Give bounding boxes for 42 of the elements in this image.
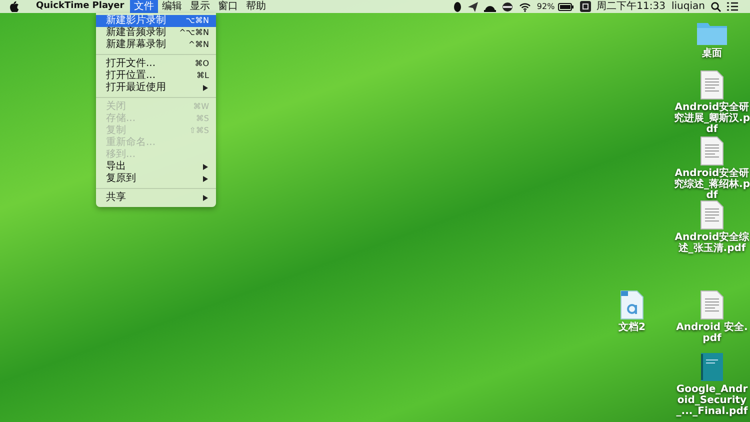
list-icon[interactable] — [727, 2, 738, 11]
document-icon — [700, 200, 724, 230]
user-name[interactable]: liuqian — [672, 0, 705, 13]
shortcut-label: ⌘L — [196, 70, 209, 82]
menu-item[interactable]: 新建影片录制 ⌥⌘N — [96, 15, 216, 27]
menu-item[interactable]: 新建屏幕录制 ^⌘N — [96, 39, 216, 51]
text-document-icon — [619, 290, 645, 320]
paper-plane-icon[interactable] — [468, 2, 478, 12]
input-method-icon[interactable] — [580, 1, 591, 12]
menu-item[interactable]: 打开文件... ⌘O — [96, 58, 216, 70]
shortcut-label: ^⌘N — [188, 39, 209, 51]
file-name[interactable]: Google_Android_Security_..._Final.pdf — [674, 384, 750, 417]
clock[interactable]: 周二下午11:33 — [596, 0, 666, 13]
book-icon — [700, 352, 724, 382]
menu-title[interactable]: 窗口 — [214, 0, 242, 13]
document-icon — [700, 290, 724, 320]
menu-item[interactable]: 复原到 — [96, 173, 216, 185]
menu-title[interactable]: 显示 — [186, 0, 214, 13]
shortcut-label: ⌘O — [194, 58, 209, 70]
folder-icon — [696, 20, 728, 46]
document-icon — [700, 70, 724, 100]
search-icon[interactable] — [711, 2, 721, 12]
wifi-icon[interactable] — [518, 2, 531, 12]
menu-title[interactable]: 帮助 — [242, 0, 270, 13]
shortcut-label: ⌘S — [196, 113, 209, 125]
file-name[interactable]: Android安全研究进展_卿斯汉.pdf — [674, 102, 750, 135]
menu-item[interactable]: 共享 — [96, 192, 216, 204]
menu-item[interactable]: 打开最近使用 — [96, 82, 216, 94]
battery-icon[interactable] — [558, 2, 574, 10]
menu-item[interactable]: 导出 — [96, 161, 216, 173]
shortcut-label: ⌥⌘N — [186, 15, 209, 27]
menu-title[interactable]: 编辑 — [158, 0, 186, 13]
shortcut-label: ⌘W — [193, 101, 209, 113]
app-name-menu[interactable]: QuickTime Player — [19, 0, 130, 13]
shortcut-label: ^⌥⌘N — [179, 27, 209, 39]
apple-icon[interactable] — [9, 1, 19, 12]
menu-item[interactable]: 打开位置... ⌘L — [96, 70, 216, 82]
battery-percentage: 92% — [536, 1, 555, 13]
shortcut-label: ⇧⌘S — [189, 125, 209, 137]
menu-item[interactable]: 新建音频录制 ^⌥⌘N — [96, 27, 216, 39]
menu-title[interactable]: 文件 — [130, 0, 158, 13]
document-icon — [700, 136, 724, 166]
